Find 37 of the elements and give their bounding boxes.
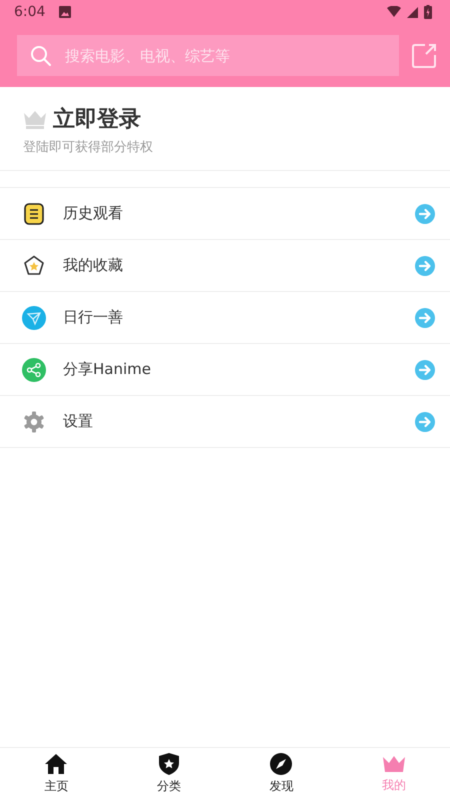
nav-tab[interactable]: 发现	[225, 748, 338, 800]
open-external-icon[interactable]	[411, 42, 437, 68]
share-icon	[22, 358, 46, 382]
image-icon	[59, 6, 72, 18]
wifi-icon	[387, 6, 401, 18]
arrow-right-icon	[415, 360, 435, 380]
nav-tab[interactable]: 分类	[112, 748, 225, 800]
menu-label: 历史观看	[63, 204, 124, 223]
search-field[interactable]: 搜索电影、电视、综艺等	[17, 35, 399, 76]
status-time: 6:04	[14, 4, 46, 20]
menu-item[interactable]: 设置	[0, 396, 450, 448]
crown-icon	[382, 754, 406, 774]
arrow-right-icon	[415, 204, 435, 224]
paper-plane-icon	[22, 306, 46, 330]
compass-icon	[270, 753, 292, 775]
arrow-right-icon	[415, 256, 435, 276]
menu-label: 日行一善	[63, 308, 124, 327]
menu-item[interactable]: 我的收藏	[0, 240, 450, 292]
home-icon	[45, 753, 68, 775]
shield-icon	[158, 753, 179, 775]
battery-icon	[424, 5, 432, 19]
menu-label: 设置	[63, 412, 94, 431]
login-title[interactable]: 立即登录	[53, 104, 141, 134]
menu-item[interactable]: 历史观看	[0, 187, 450, 240]
arrow-right-icon	[415, 308, 435, 328]
login-subtitle: 登陆即可获得部分特权	[23, 139, 154, 156]
list-icon	[24, 202, 44, 224]
menu-label: 我的收藏	[63, 256, 124, 275]
nav-tab[interactable]: 主页	[0, 748, 112, 800]
menu-item[interactable]: 日行一善	[0, 292, 450, 344]
arrow-right-icon	[415, 412, 435, 432]
menu-item[interactable]: 分享Hanime	[0, 344, 450, 396]
settings-icon	[23, 410, 45, 432]
crown-icon	[23, 109, 47, 129]
menu-label: 分享Hanime	[63, 360, 152, 379]
signal-icon	[407, 6, 418, 18]
star-icon	[23, 255, 45, 276]
